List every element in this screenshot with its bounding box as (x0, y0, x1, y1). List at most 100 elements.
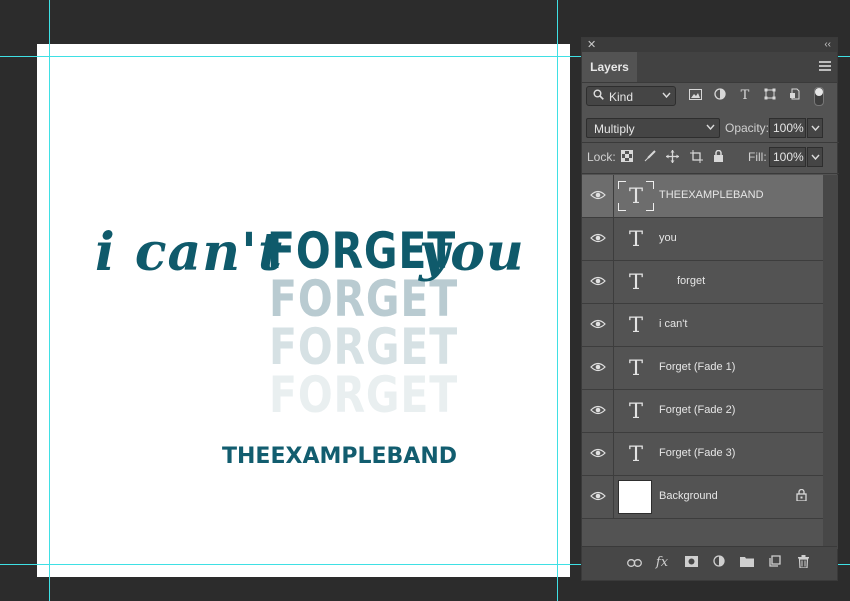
search-icon (593, 89, 604, 103)
eye-icon (590, 448, 606, 458)
filter-row: Kind T (582, 86, 839, 110)
chevron-down-icon (662, 90, 671, 100)
layer-name: THEEXAMPLEBAND (659, 189, 764, 201)
filter-toggle[interactable] (814, 87, 824, 106)
layer-name: you (659, 232, 677, 244)
type-icon: T (628, 184, 643, 208)
eye-icon (590, 233, 606, 243)
lock-label: Lock: (587, 150, 616, 164)
adjustment-layer-icon[interactable] (711, 555, 727, 571)
fill-field[interactable]: 100% (769, 147, 806, 167)
layer-row[interactable]: T Forget (Fade 3) (582, 433, 823, 476)
tab-layers[interactable]: Layers (582, 52, 637, 82)
panel-tab-bar: Layers (582, 52, 837, 83)
layers-list: T THEEXAMPLEBAND T you T forget T i can'… (582, 175, 823, 519)
layers-scrollbar[interactable] (823, 175, 838, 549)
new-layer-icon[interactable] (767, 555, 783, 571)
artwork: i can't FORGET FORGET FORGET FORGET you … (37, 44, 570, 577)
lock-all-icon[interactable] (711, 149, 725, 164)
opacity-field[interactable]: 100% (769, 118, 806, 138)
blend-mode-value: Multiply (594, 122, 635, 136)
type-icon: T (628, 227, 643, 251)
layer-name: i can't (659, 318, 688, 330)
lock-icon (796, 488, 807, 504)
background-thumbnail (618, 480, 652, 514)
shape-filter-icon[interactable] (762, 88, 778, 104)
eye-icon (590, 190, 606, 200)
visibility-toggle[interactable] (582, 476, 614, 518)
fill-dropdown[interactable] (807, 147, 823, 167)
trash-icon[interactable] (795, 555, 811, 571)
type-filter-icon[interactable]: T (737, 88, 753, 104)
layer-name: forget (677, 275, 706, 287)
layer-row[interactable]: T Forget (Fade 1) (582, 347, 823, 390)
layer-name: Forget (Fade 2) (659, 404, 736, 416)
visibility-toggle[interactable] (582, 433, 614, 475)
adjustment-filter-icon[interactable] (712, 88, 728, 104)
eye-icon (590, 362, 606, 372)
lock-transparency-icon[interactable] (620, 150, 634, 164)
layer-row[interactable]: T forget (582, 261, 823, 304)
divider (582, 142, 839, 143)
text-layer-thumbnail: T (618, 353, 654, 383)
lock-artboard-icon[interactable] (689, 150, 703, 164)
blend-row: Multiply Opacity: 100% (582, 118, 839, 140)
panel-header-strip: ✕ ‹‹ (582, 38, 837, 52)
close-icon[interactable]: ✕ (587, 38, 596, 52)
collapse-icon[interactable]: ‹‹ (824, 38, 831, 52)
visibility-toggle[interactable] (582, 390, 614, 432)
text-layer-thumbnail: T (618, 310, 654, 340)
eye-icon (590, 319, 606, 329)
layers-panel: ✕ ‹‹ Layers Kind T Multiply Opacity: 100… (581, 37, 839, 581)
document-canvas[interactable]: i can't FORGET FORGET FORGET FORGET you … (37, 44, 570, 577)
fill-label: Fill: (748, 150, 767, 164)
eye-icon (590, 405, 606, 415)
guide-vertical[interactable] (557, 0, 558, 601)
layer-row[interactable]: T you (582, 218, 823, 261)
opacity-label: Opacity: (725, 121, 770, 135)
eye-icon (590, 276, 606, 286)
text-layer-thumbnail: T (618, 396, 654, 426)
artwork-you: you (419, 222, 525, 283)
layer-row[interactable]: T i can't (582, 304, 823, 347)
visibility-toggle[interactable] (582, 175, 614, 217)
opacity-dropdown[interactable] (807, 118, 823, 138)
artwork-i-cant: i can't (95, 222, 283, 283)
eye-icon (590, 491, 606, 501)
type-icon: T (628, 399, 643, 423)
layer-name: Forget (Fade 1) (659, 361, 736, 373)
type-icon: T (628, 270, 643, 294)
divider (582, 173, 839, 174)
artwork-band-name: THEEXAMPLEBAND (222, 444, 457, 469)
fx-icon[interactable]: fx (654, 555, 670, 571)
type-icon: T (628, 313, 643, 337)
blend-mode-select[interactable]: Multiply (586, 118, 720, 138)
filter-kind-select[interactable]: Kind (586, 86, 676, 106)
visibility-toggle[interactable] (582, 347, 614, 389)
type-icon: T (628, 442, 643, 466)
type-icon: T (628, 356, 643, 380)
layer-name: Background (659, 490, 718, 502)
panel-menu-icon[interactable] (819, 61, 831, 71)
text-layer-thumbnail: T (618, 181, 654, 211)
lock-position-move-icon[interactable] (665, 150, 679, 164)
visibility-toggle[interactable] (582, 304, 614, 346)
layers-bottom-bar: fx (582, 546, 837, 580)
group-folder-icon[interactable] (739, 555, 755, 571)
layer-row[interactable]: T Forget (Fade 2) (582, 390, 823, 433)
image-filter-icon[interactable] (687, 88, 703, 104)
mask-icon[interactable] (683, 555, 699, 571)
visibility-toggle[interactable] (582, 218, 614, 260)
text-layer-thumbnail: T (618, 224, 654, 254)
text-layer-thumbnail: T (618, 267, 654, 297)
lock-row: Lock: Fill: 100% (582, 147, 839, 169)
smart-object-filter-icon[interactable] (787, 88, 803, 104)
layer-row[interactable]: T THEEXAMPLEBAND (582, 175, 823, 218)
guide-vertical[interactable] (49, 0, 50, 601)
layer-row-background[interactable]: Background (582, 476, 823, 519)
lock-pixels-brush-icon[interactable] (643, 150, 657, 164)
filter-kind-label: Kind (609, 90, 634, 104)
link-layers-icon[interactable] (626, 555, 642, 571)
photoshop-workspace: i can't FORGET FORGET FORGET FORGET you … (0, 0, 850, 601)
visibility-toggle[interactable] (582, 261, 614, 303)
